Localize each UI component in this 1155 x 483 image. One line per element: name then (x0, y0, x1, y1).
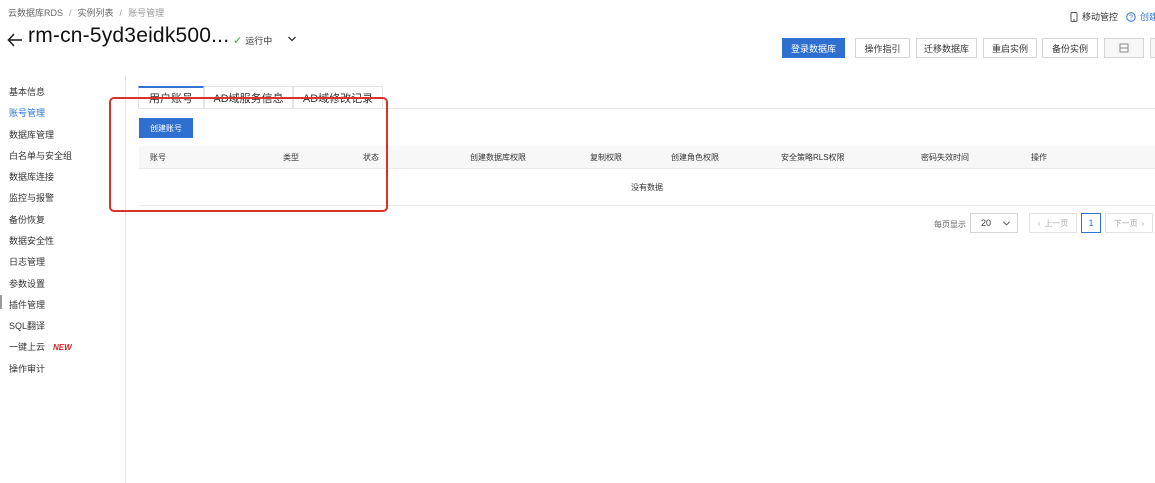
next-page-button[interactable]: 下一页 › (1105, 213, 1153, 233)
column-header-password-expiry: 密码失效时间 (921, 153, 969, 162)
sidebar-item-sql-translation[interactable]: SQL翻译 (9, 319, 45, 332)
breadcrumb-separator: / (119, 8, 123, 18)
status-label: 运行中 (245, 36, 273, 46)
next-page-label: 下一页 (1113, 218, 1138, 228)
column-header-create-role-permission: 创建角色权限 (671, 153, 719, 162)
column-header-rls-permission: 安全策略RLS权限 (781, 153, 845, 162)
question-circle-icon: ? (1126, 11, 1136, 22)
page-size-value: 20 (981, 218, 992, 228)
instance-status: ✓ 运行中 (233, 34, 272, 47)
sidebar-item-data-security[interactable]: 数据安全性 (9, 234, 54, 247)
grid-icon (1119, 43, 1129, 53)
svg-text:?: ? (1129, 14, 1133, 21)
backup-instance-button[interactable]: 备份实例 (1042, 38, 1098, 58)
back-arrow-icon[interactable] (7, 29, 23, 49)
breadcrumb-current: 账号管理 (128, 8, 165, 18)
sidebar-item-parameter-settings[interactable]: 参数设置 (9, 277, 45, 290)
page-size-select[interactable]: 20 (970, 213, 1018, 233)
sidebar-item-whitelist-security-group[interactable]: 白名单与安全组 (9, 149, 72, 162)
sidebar-item-monitoring-alerts[interactable]: 监控与报警 (9, 191, 54, 204)
create-help-label: 创建 (1140, 12, 1155, 22)
restart-instance-button[interactable]: 重启实例 (983, 38, 1037, 58)
more-icon-button[interactable] (1104, 38, 1144, 58)
breadcrumb: 云数据库RDS / 实例列表 / 账号管理 (8, 6, 164, 19)
mobile-control-label: 移动管控 (1082, 12, 1119, 22)
sidebar-item-basic-info[interactable]: 基本信息 (9, 85, 45, 98)
instance-title: rm-cn-5yd3eidk500... (28, 24, 230, 47)
breadcrumb-separator: / (69, 8, 72, 18)
sidebar-item-log-management[interactable]: 日志管理 (9, 255, 45, 268)
new-badge: NEW (53, 343, 72, 352)
login-database-button[interactable]: 登录数据库 (782, 38, 845, 58)
sidebar-item-account-management[interactable]: 账号管理 (9, 106, 45, 119)
breadcrumb-instance-list[interactable]: 实例列表 (78, 8, 114, 18)
page-number-current[interactable]: 1 (1081, 213, 1101, 233)
chevron-right-icon: › (1141, 218, 1145, 228)
create-help-link[interactable]: ? 创建 (1126, 10, 1155, 23)
sidebar-item-one-click-cloud[interactable]: 一键上云 NEW (9, 340, 72, 353)
chevron-down-icon[interactable] (287, 34, 297, 44)
prev-page-button[interactable]: ‹ 上一页 (1029, 213, 1077, 233)
mobile-icon (1070, 11, 1078, 22)
sidebar-item-plugin-management[interactable]: 插件管理 (9, 298, 45, 311)
check-icon: ✓ (233, 35, 243, 47)
chevron-left-icon: ‹ (1037, 218, 1041, 228)
sidebar-hover-marker (0, 295, 2, 309)
highlight-box (109, 97, 388, 212)
column-header-replication-permission: 复制权限 (590, 153, 622, 162)
migrate-database-button[interactable]: 迁移数据库 (916, 38, 977, 58)
operation-guide-button[interactable]: 操作指引 (855, 38, 910, 58)
mobile-control-link[interactable]: 移动管控 (1070, 10, 1118, 23)
sidebar-item-backup-restore[interactable]: 备份恢复 (9, 213, 45, 226)
breadcrumb-rds[interactable]: 云数据库RDS (8, 8, 63, 18)
sidebar-item-database-connection[interactable]: 数据库连接 (9, 170, 54, 183)
prev-page-label: 上一页 (1044, 218, 1069, 228)
column-header-create-db-permission: 创建数据库权限 (470, 153, 526, 162)
sidebar-item-label: 一键上云 (9, 342, 46, 352)
column-header-actions: 操作 (1031, 153, 1047, 162)
sidebar-item-database-management[interactable]: 数据库管理 (9, 128, 54, 141)
overflow-button[interactable] (1150, 38, 1155, 58)
sidebar-item-operation-audit[interactable]: 操作审计 (9, 362, 45, 375)
page-size-label: 每页显示 (934, 220, 966, 229)
chevron-down-icon (1002, 221, 1011, 226)
